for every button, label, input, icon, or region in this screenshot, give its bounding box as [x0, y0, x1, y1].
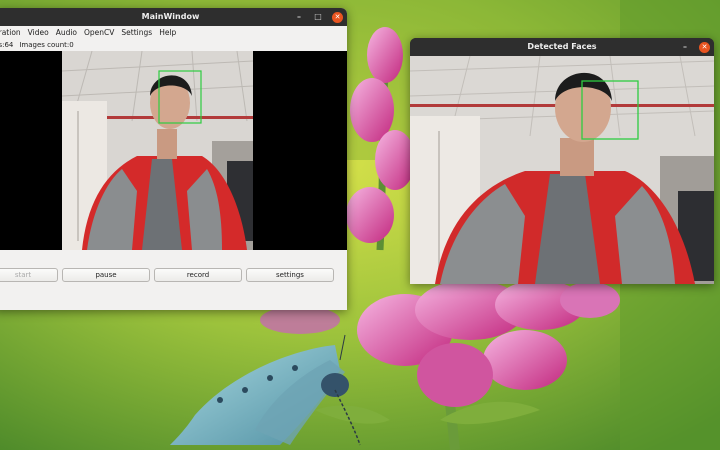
- menu-settings[interactable]: Settings: [121, 28, 152, 37]
- detected-face-image: [410, 56, 714, 284]
- faces-window-titlebar[interactable]: Detected Faces – ✕: [410, 38, 714, 56]
- control-buttons: start pause record settings: [0, 268, 334, 282]
- minimize-icon[interactable]: –: [680, 38, 690, 56]
- images-count-label: Images count:0: [19, 41, 74, 49]
- fps-label: ps:64: [0, 41, 14, 49]
- detected-faces-window: Detected Faces – ✕: [410, 38, 714, 284]
- menu-help[interactable]: Help: [159, 28, 176, 37]
- camera-view: [0, 51, 347, 250]
- maximize-icon[interactable]: □: [313, 8, 323, 26]
- close-icon[interactable]: ✕: [699, 41, 710, 53]
- pause-button[interactable]: pause: [62, 268, 150, 282]
- menu-bar: eration Video Audio OpenCV Settings Help: [0, 26, 347, 39]
- menu-opencv[interactable]: OpenCV: [84, 28, 114, 37]
- settings-button[interactable]: settings: [246, 268, 334, 282]
- menu-operation[interactable]: eration: [0, 28, 21, 37]
- menu-audio[interactable]: Audio: [56, 28, 77, 37]
- start-button[interactable]: start: [0, 268, 58, 282]
- main-window-titlebar[interactable]: MainWindow – □ ✕: [0, 8, 347, 26]
- main-window: MainWindow – □ ✕ eration Video Audio Ope…: [0, 8, 347, 310]
- minimize-icon[interactable]: –: [294, 8, 304, 26]
- menu-video[interactable]: Video: [28, 28, 49, 37]
- camera-frame-image: [62, 51, 253, 250]
- record-button[interactable]: record: [154, 268, 242, 282]
- status-line: ps:64 Images count:0: [0, 39, 347, 51]
- faces-window-title: Detected Faces: [527, 42, 597, 51]
- close-icon[interactable]: ✕: [332, 11, 343, 23]
